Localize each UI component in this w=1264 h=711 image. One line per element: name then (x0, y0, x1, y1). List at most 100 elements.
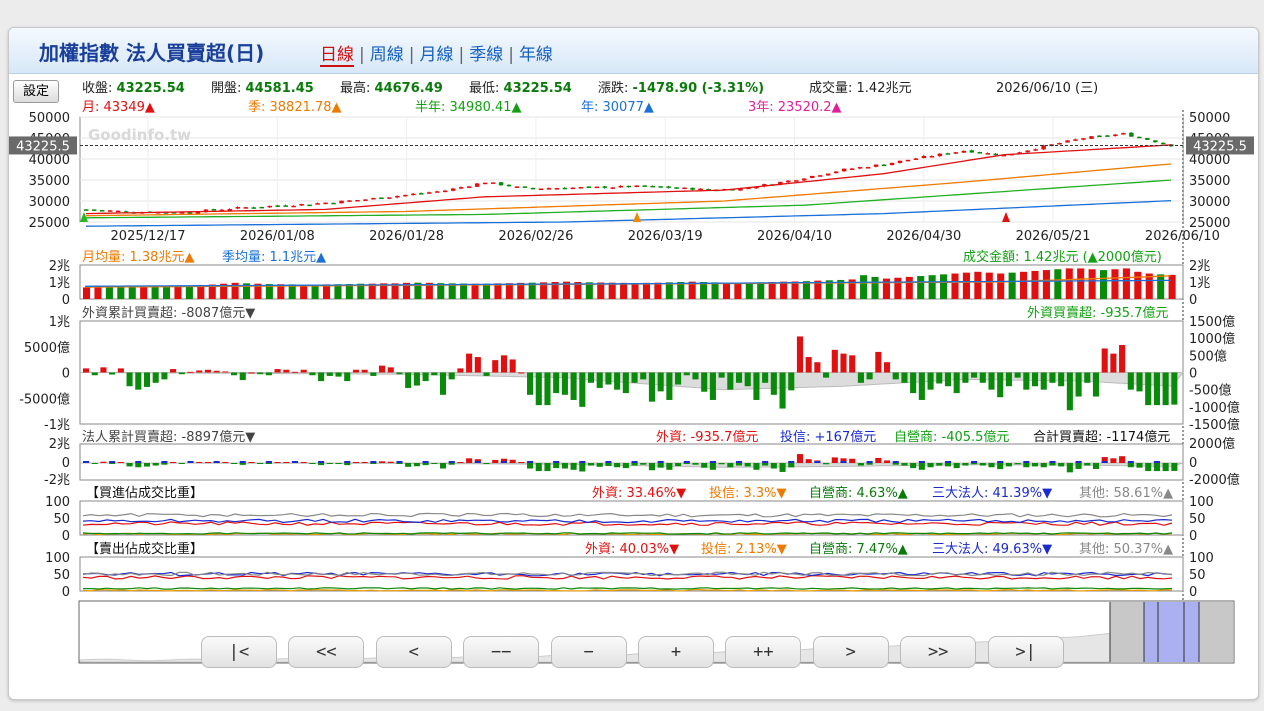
inst-net-bar (370, 463, 377, 464)
inst-tick-right: 2000億 (1189, 436, 1235, 452)
candle-up (786, 180, 791, 183)
candle-up (450, 188, 456, 191)
candle-up (833, 171, 839, 174)
inst-trust-bar (788, 461, 795, 463)
candle-up (323, 202, 328, 205)
inst-net-bar (527, 463, 534, 469)
inst-net-bar (396, 463, 403, 464)
foreign-net-bar (535, 372, 542, 406)
foreign-net-bar (143, 372, 151, 387)
foreign-net-bar (379, 365, 386, 373)
volume-bar (1134, 271, 1142, 299)
foreign-net-bar (204, 369, 211, 373)
inst-net-bar (831, 457, 838, 463)
inst-net-bar (553, 463, 560, 469)
candle-up (235, 207, 241, 209)
candle-up (849, 168, 855, 170)
inst-net-bar (753, 463, 760, 470)
inst-net-bar (422, 463, 429, 466)
inst-net-bar (352, 462, 359, 463)
foreign-net-bar (361, 369, 368, 373)
inst-trust-bar (944, 461, 952, 463)
foreign-net-bar (439, 372, 447, 395)
foreign-net-bar (370, 372, 377, 376)
candle-up (435, 191, 440, 193)
inst-net-bar (901, 463, 908, 466)
volume-bar (197, 285, 205, 299)
volume-bar (151, 286, 159, 299)
volume-bar (700, 282, 708, 299)
candle-down (658, 186, 663, 188)
inst-net-bar (466, 458, 473, 463)
candle-down (379, 197, 384, 200)
price-frame (79, 116, 1184, 223)
foreign-net-bar (135, 372, 142, 390)
volume-tick-left: 2兆 (49, 259, 70, 274)
candle-up (299, 204, 304, 206)
foreign-net-bar (727, 372, 734, 390)
nav-button[interactable]: > (812, 636, 889, 668)
foreign-net-bar (248, 372, 255, 374)
candle-up (937, 153, 943, 157)
foreign-net-bar (344, 372, 351, 382)
foreign-net-bar (466, 353, 473, 373)
inst-trust-bar (1153, 461, 1160, 463)
volume-bar (940, 274, 948, 299)
foreign-net-bar (309, 372, 316, 376)
inst-net-bar (631, 463, 638, 466)
foreign-net-bar (840, 353, 847, 373)
candle-down (977, 152, 983, 154)
foreign-net-bar (927, 372, 934, 390)
candle-up (865, 167, 871, 169)
inst-net-bar (1119, 456, 1126, 463)
price-x-tick: 2026/01/08 (240, 229, 315, 244)
inst-net-bar (309, 463, 316, 464)
candle-up (227, 209, 233, 211)
inst-net-bar (779, 463, 786, 472)
inst-net-bar (1005, 463, 1012, 467)
price-tick-right: 50000 (1189, 111, 1230, 126)
nav-button[interactable]: >| (987, 636, 1064, 668)
foreign-net-bar (953, 372, 960, 394)
foreign-net-bar (683, 372, 690, 376)
candle-down (881, 164, 887, 167)
inst-trust-bar (840, 461, 847, 463)
candle-down (331, 202, 336, 205)
nav-button[interactable]: −− (463, 636, 540, 668)
inst-trust-bar (683, 461, 690, 463)
inst-net-bar (570, 463, 577, 470)
nav-button[interactable]: |< (201, 636, 277, 668)
nav-button[interactable]: ++ (725, 636, 802, 668)
price-tick-left: 35000 (29, 174, 70, 189)
nav-button[interactable]: < (375, 636, 452, 668)
foreign-net-bar (570, 372, 577, 400)
inst-net-bar (675, 463, 682, 466)
buy-ratio-tick-right: 100 (1189, 495, 1214, 510)
foreign-net-bar (1162, 372, 1169, 406)
inst-trust-bar (500, 461, 507, 463)
volume-bar (768, 282, 776, 299)
inst-trust-bar (553, 461, 560, 463)
foreign-net-bar (500, 355, 507, 373)
foreign-net-bar (883, 362, 891, 373)
nav-button[interactable]: >> (900, 636, 977, 668)
candle-up (115, 210, 121, 213)
inst-trust-bar (474, 461, 481, 463)
inst-net-bar (1136, 463, 1143, 468)
nav-button[interactable]: << (288, 636, 365, 668)
foreign-net-bar (231, 372, 238, 376)
foreign-net-bar (657, 372, 664, 392)
foreign-net-bar (962, 372, 969, 383)
nav-button[interactable]: + (638, 636, 714, 668)
volume-bar (1065, 268, 1073, 299)
foreign-net-bar (492, 360, 499, 373)
candle-down (84, 209, 89, 211)
buy-ratio-tick-right: 0 (1189, 529, 1197, 544)
volume-bar (974, 271, 982, 299)
inst-net-bar (448, 463, 455, 465)
foreign-net-bar (483, 372, 490, 376)
volume-bar (1157, 274, 1165, 299)
nav-button[interactable]: − (550, 636, 627, 668)
buy-three: 三大法人: 41.39%▼ (932, 486, 1053, 501)
foreign-net-bar (866, 372, 873, 380)
